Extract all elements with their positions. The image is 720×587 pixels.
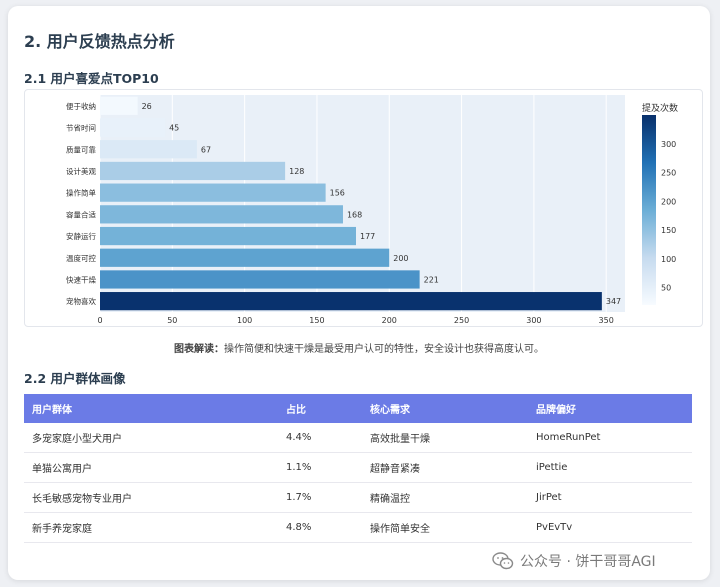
y-tick-label: 温度可控 (66, 253, 96, 263)
subsection-title-top10: 2.1 用户喜爱点TOP10 (24, 71, 159, 86)
cell-share: 1.1% (278, 452, 362, 483)
colorbar-tick-label: 300 (661, 140, 676, 149)
table-row: 单猫公寓用户 1.1% 超静音紧凑 iPettie (24, 452, 692, 483)
bar (100, 270, 420, 289)
header-brand-preference: 品牌偏好 (528, 394, 692, 423)
top10-bar-chart: 便于收纳节省时间质量可靠设计美观操作简单容量合适安静运行温度可控快速干燥宠物喜欢… (24, 89, 703, 327)
chart-caption: 图表解读：操作简便和快速干燥是最受用户认可的特性，安全设计也获得高度认可。 (8, 340, 710, 355)
data-label: 221 (424, 275, 439, 284)
cell-share: 4.4% (278, 423, 362, 453)
cell-share: 1.7% (278, 482, 362, 513)
data-label: 45 (169, 124, 179, 133)
cell-core-need: 超静音紧凑 (362, 452, 528, 483)
cell-share: 4.8% (278, 512, 362, 543)
cell-core-need: 高效批量干燥 (362, 423, 528, 453)
cell-user-group: 长毛敏感宠物专业用户 (24, 482, 278, 513)
data-label: 156 (330, 189, 345, 198)
cell-core-need: 精确温控 (362, 482, 528, 513)
x-tick-label: 350 (599, 316, 614, 325)
wechat-icon (492, 552, 514, 570)
x-tick-label: 250 (454, 316, 469, 325)
subsection-title-user-groups: 2.2 用户群体画像 (24, 371, 126, 386)
colorbar-tick-label: 50 (661, 284, 671, 293)
x-tick-label: 200 (382, 316, 397, 325)
y-tick-label: 节省时间 (66, 123, 96, 133)
bar (100, 96, 138, 115)
data-label: 168 (347, 210, 362, 219)
colorbar-tick-label: 250 (661, 169, 676, 178)
bar (100, 226, 356, 246)
cell-brand: PvEvTv (528, 512, 692, 543)
report-card: 2. 用户反馈热点分析 2.1 用户喜爱点TOP10 便于收纳节省时间质量可靠设… (8, 6, 710, 580)
x-tick-label: 300 (526, 316, 541, 325)
header-user-group: 用户群体 (24, 394, 278, 423)
header-core-need: 核心需求 (362, 394, 528, 423)
y-tick-label: 操作简单 (66, 188, 96, 198)
data-label: 200 (393, 254, 408, 263)
cell-user-group: 多宠家庭小型犬用户 (24, 423, 278, 453)
caption-text: 操作简便和快速干燥是最受用户认可的特性，安全设计也获得高度认可。 (224, 344, 544, 355)
bar (100, 140, 197, 159)
bar (100, 118, 166, 137)
y-tick-label: 设计美观 (66, 166, 96, 176)
y-tick-label: 安静运行 (66, 231, 96, 241)
cell-brand: JirPet (528, 482, 692, 513)
y-tick-label: 质量可靠 (66, 144, 96, 154)
cell-user-group: 新手养宠家庭 (24, 512, 278, 543)
x-tick-label: 100 (237, 316, 252, 325)
bar (100, 161, 286, 181)
cell-brand: iPettie (528, 452, 692, 483)
cell-core-need: 操作简单安全 (362, 512, 528, 543)
table-row: 新手养宠家庭 4.8% 操作简单安全 PvEvTv (24, 512, 692, 543)
caption-label: 图表解读： (174, 344, 224, 355)
data-label: 67 (201, 145, 211, 154)
bar (100, 205, 343, 224)
bar (100, 248, 390, 267)
colorbar-tick-label: 100 (661, 255, 676, 264)
bar (100, 183, 326, 202)
y-tick-label: 便于收纳 (66, 101, 96, 111)
colorbar-tick-label: 150 (661, 226, 676, 235)
table-header-row: 用户群体 占比 核心需求 品牌偏好 (24, 394, 692, 423)
cell-user-group: 单猫公寓用户 (24, 452, 278, 483)
user-group-table: 用户群体 占比 核心需求 品牌偏好 多宠家庭小型犬用户 4.4% 高效批量干燥 … (24, 394, 692, 543)
data-label: 26 (142, 102, 152, 111)
colorbar-title: 提及次数 (642, 102, 678, 114)
colorbar-tick-label: 200 (661, 197, 676, 206)
cell-brand: HomeRunPet (528, 423, 692, 453)
x-tick-label: 0 (97, 316, 102, 325)
table-row: 长毛敏感宠物专业用户 1.7% 精确温控 JirPet (24, 482, 692, 513)
y-tick-label: 快速干燥 (66, 274, 96, 284)
x-tick-label: 150 (309, 316, 324, 325)
data-label: 128 (289, 167, 304, 176)
header-share: 占比 (278, 394, 362, 423)
x-tick-label: 50 (167, 316, 177, 325)
section-title: 2. 用户反馈热点分析 (24, 32, 175, 51)
y-tick-label: 宠物喜欢 (66, 296, 96, 306)
watermark: 公众号 · 饼干哥哥AGI (492, 546, 656, 576)
watermark-text: 公众号 · 饼干哥哥AGI (520, 554, 656, 570)
bar (100, 292, 602, 311)
table-row: 多宠家庭小型犬用户 4.4% 高效批量干燥 HomeRunPet (24, 423, 692, 453)
colorbar-gradient (642, 115, 656, 305)
chart-svg: 便于收纳节省时间质量可靠设计美观操作简单容量合适安静运行温度可控快速干燥宠物喜欢… (66, 95, 678, 325)
data-label: 347 (606, 297, 621, 306)
data-label: 177 (360, 232, 375, 241)
y-tick-label: 容量合适 (66, 209, 96, 219)
